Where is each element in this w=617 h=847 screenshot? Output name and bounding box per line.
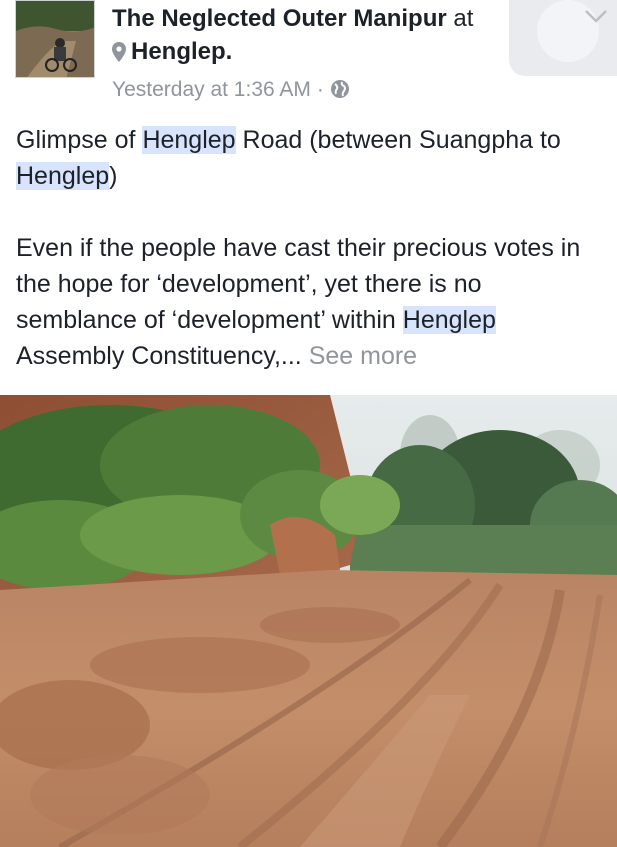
highlighted-term: Henglep — [16, 162, 110, 190]
map-pin-icon — [112, 39, 126, 71]
post-timestamp[interactable]: Yesterday at 1:36 AM — [112, 78, 311, 101]
post-paragraph-1: Glimpse of Henglep Road (between Suangph… — [16, 122, 606, 194]
location-link[interactable]: Henglep. — [131, 38, 232, 65]
page-name-line: The Neglected Outer Manipur at — [112, 4, 512, 34]
see-more-link[interactable]: See more — [309, 342, 417, 370]
page-avatar[interactable] — [15, 0, 95, 78]
highlighted-term: Henglep — [142, 126, 236, 154]
location-line: Henglep. — [112, 36, 232, 71]
meta-separator: · — [316, 78, 324, 101]
text-span: Glimpse of — [16, 126, 143, 154]
post-photo[interactable] — [0, 395, 617, 847]
post-menu-button[interactable] — [509, 0, 617, 76]
page-name-link[interactable]: The Neglected Outer Manipur — [112, 5, 447, 32]
highlighted-term: Henglep — [402, 306, 496, 334]
text-span: ) — [109, 162, 118, 190]
post-body: Glimpse of Henglep Road (between Suangph… — [16, 122, 606, 374]
globe-icon — [330, 79, 350, 107]
post-meta: Yesterday at 1:36 AM · — [112, 76, 350, 107]
post-paragraph-2: Even if the people have cast their preci… — [16, 230, 606, 374]
post-header: The Neglected Outer Manipur at Henglep. … — [0, 0, 617, 108]
at-word: at — [453, 5, 474, 32]
text-span: Assembly Constituency,... — [16, 342, 309, 370]
chevron-down-icon — [584, 8, 608, 29]
text-span: Road (between Suangpha to — [235, 126, 561, 154]
